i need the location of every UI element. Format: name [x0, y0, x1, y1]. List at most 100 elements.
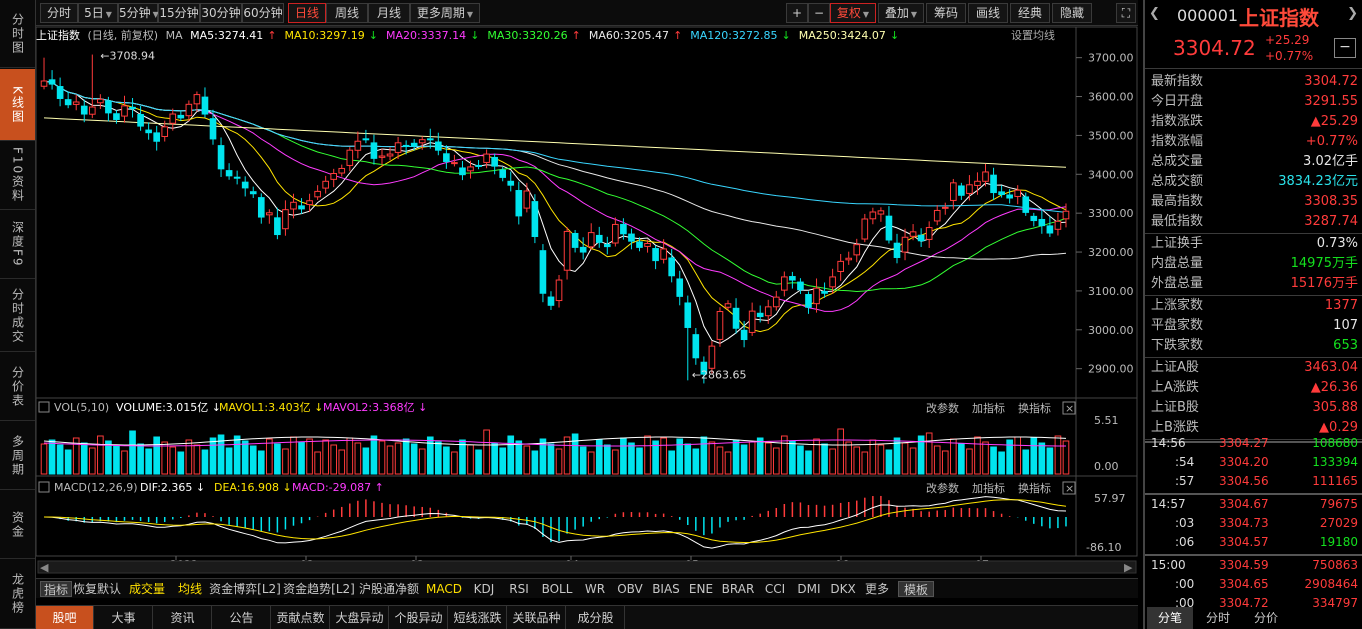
indicator-11[interactable]: WR	[578, 581, 612, 597]
macd-toggle-icon[interactable]	[38, 481, 50, 493]
indicator-13[interactable]: BIAS	[648, 581, 684, 597]
indicator-15[interactable]: BRAR	[718, 581, 758, 597]
vol-bar	[636, 447, 643, 475]
period-6[interactable]: 日线	[288, 3, 326, 23]
kline-svg[interactable]: 3700.00 3600.00 3500.00 3400.00 3300.00 3200.…	[36, 0, 1138, 629]
bottom-tab-4[interactable]: 贡献点数	[272, 606, 330, 629]
indicator-8[interactable]: KDJ	[466, 581, 502, 597]
left-nav-item[interactable]: 多周期	[0, 422, 35, 490]
vol-bar	[346, 437, 354, 475]
vol-toggle-icon[interactable]	[38, 401, 50, 413]
indicator-12[interactable]: OBV	[612, 581, 648, 597]
period-3[interactable]: 15分钟	[158, 3, 200, 23]
close-icon[interactable]	[1062, 401, 1076, 415]
bottom-tab-8[interactable]: 关联品种	[508, 606, 566, 629]
macd-control-1[interactable]: 加指标	[972, 481, 1005, 495]
candle-body	[233, 176, 241, 179]
left-nav-item[interactable]: 分时成交	[0, 280, 35, 352]
toolbar-right-7[interactable]: 隐藏	[1052, 3, 1092, 23]
fullscreen-icon[interactable]: ⛶	[1116, 3, 1136, 23]
vol-control-2[interactable]: 换指标	[1018, 401, 1051, 415]
indicator-10[interactable]: BOLL	[536, 581, 578, 597]
vol-bar	[869, 439, 877, 475]
minus-icon[interactable]: −	[1334, 38, 1356, 58]
vol-bar	[72, 437, 80, 475]
quote-row: 下跌家数 653	[1151, 336, 1358, 356]
toolbar-right-0[interactable]: +	[786, 3, 808, 23]
macd-control-2[interactable]: 换指标	[1018, 481, 1051, 495]
bottom-tab-3[interactable]: 公告	[213, 606, 271, 629]
period-9[interactable]: 更多周期 ▼	[410, 3, 480, 23]
date-tick: 2022	[170, 558, 198, 571]
indicator-0[interactable]: 指标	[40, 581, 72, 597]
vol-bar	[185, 439, 193, 475]
h-scrollbar[interactable]	[37, 560, 1137, 574]
left-nav-item[interactable]: 龙虎榜	[0, 560, 35, 629]
vol-bar	[668, 450, 675, 475]
period-7[interactable]: 周线	[326, 3, 368, 23]
toolbar-right-5[interactable]: 画线	[968, 3, 1008, 23]
indicator-5[interactable]: 资金趋势[L2]	[282, 581, 356, 597]
bottom-tab-6[interactable]: 个股异动	[390, 606, 448, 629]
indicator-7[interactable]: MACD	[422, 581, 466, 597]
indicator-18[interactable]: DKX	[826, 581, 860, 597]
toolbar-right-6[interactable]: 经典	[1010, 3, 1050, 23]
indicator-16[interactable]: CCI	[758, 581, 792, 597]
left-nav-item[interactable]: F10资料	[0, 142, 35, 210]
vol-bar	[1014, 436, 1022, 475]
vol-bar	[201, 449, 209, 475]
indicator-2[interactable]: 成交量	[122, 581, 172, 597]
quote-tab-1[interactable]: 分时	[1195, 607, 1241, 629]
indicator-4[interactable]: 资金博弈[L2]	[208, 581, 282, 597]
indicator-14[interactable]: ENE	[684, 581, 718, 597]
left-nav-item[interactable]: 分时图	[0, 0, 35, 68]
left-nav-item[interactable]: 分价表	[0, 353, 35, 421]
left-nav-item[interactable]: K线图	[0, 69, 35, 141]
period-2[interactable]: 5分钟 ▼	[118, 3, 159, 23]
period-label: 分时	[46, 6, 71, 20]
indicator-17[interactable]: DMI	[792, 581, 826, 597]
toolbar-right-1[interactable]: −	[808, 3, 830, 23]
left-nav-item[interactable]: 资金	[0, 491, 35, 559]
quote-row: 今日开盘 3291.55	[1151, 92, 1358, 112]
macd-control-0[interactable]: 改参数	[926, 481, 959, 495]
candle-body	[821, 290, 828, 294]
toolbar-right-2[interactable]: 复权 ▼	[830, 3, 876, 23]
candle-body	[974, 180, 981, 186]
indicator-20[interactable]: 模板	[898, 581, 934, 597]
vol-control-1[interactable]: 加指标	[972, 401, 1005, 415]
indicator-6[interactable]: 沪股通净额	[356, 581, 422, 597]
vol-bar	[547, 443, 555, 475]
candle-body	[370, 142, 378, 159]
vol-control-0[interactable]: 改参数	[926, 401, 959, 415]
kline-chart[interactable]: 3700.00 3600.00 3500.00 3400.00 3300.00 3200.…	[36, 0, 1138, 629]
ma-setting-button[interactable]: 设置均线	[1011, 27, 1055, 45]
period-1[interactable]: 5日 ▼	[78, 3, 118, 23]
chevron-right-icon[interactable]: ❯	[1347, 6, 1358, 21]
bottom-tab-7[interactable]: 短线涨跌	[449, 606, 507, 629]
toolbar-right-3[interactable]: 叠加 ▼	[878, 3, 924, 23]
bottom-tab-5[interactable]: 大盘异动	[331, 606, 389, 629]
bottom-tab-0[interactable]: 股吧	[36, 606, 94, 629]
indicator-19[interactable]: 更多	[860, 581, 894, 597]
indicator-3[interactable]: 均线	[172, 581, 208, 597]
candle-body	[121, 105, 128, 117]
left-nav-item[interactable]: 深度F9	[0, 211, 35, 279]
tick-volume: 108680	[1312, 436, 1358, 450]
quote-tab-2[interactable]: 分价	[1243, 607, 1289, 629]
period-8[interactable]: 月线	[368, 3, 410, 23]
indicator-1[interactable]: 恢复默认	[72, 581, 122, 597]
toolbar-right-4[interactable]: 筹码	[926, 3, 966, 23]
bottom-tab-1[interactable]: 大事	[95, 606, 153, 629]
bottom-tab-9[interactable]: 成分股	[567, 606, 625, 629]
close-icon[interactable]	[1062, 481, 1076, 495]
indicator-9[interactable]: RSI	[502, 581, 536, 597]
period-0[interactable]: 分时	[40, 3, 78, 23]
chevron-left-icon[interactable]: ❮	[1149, 6, 1160, 21]
toolbar-right-label: 筹码	[933, 6, 958, 20]
bottom-tab-2[interactable]: 资讯	[154, 606, 212, 629]
period-5[interactable]: 60分钟	[242, 3, 284, 23]
ma-value: MA120:3272.85	[690, 29, 778, 42]
quote-tab-0[interactable]: 分笔	[1147, 607, 1193, 629]
period-4[interactable]: 30分钟	[200, 3, 242, 23]
